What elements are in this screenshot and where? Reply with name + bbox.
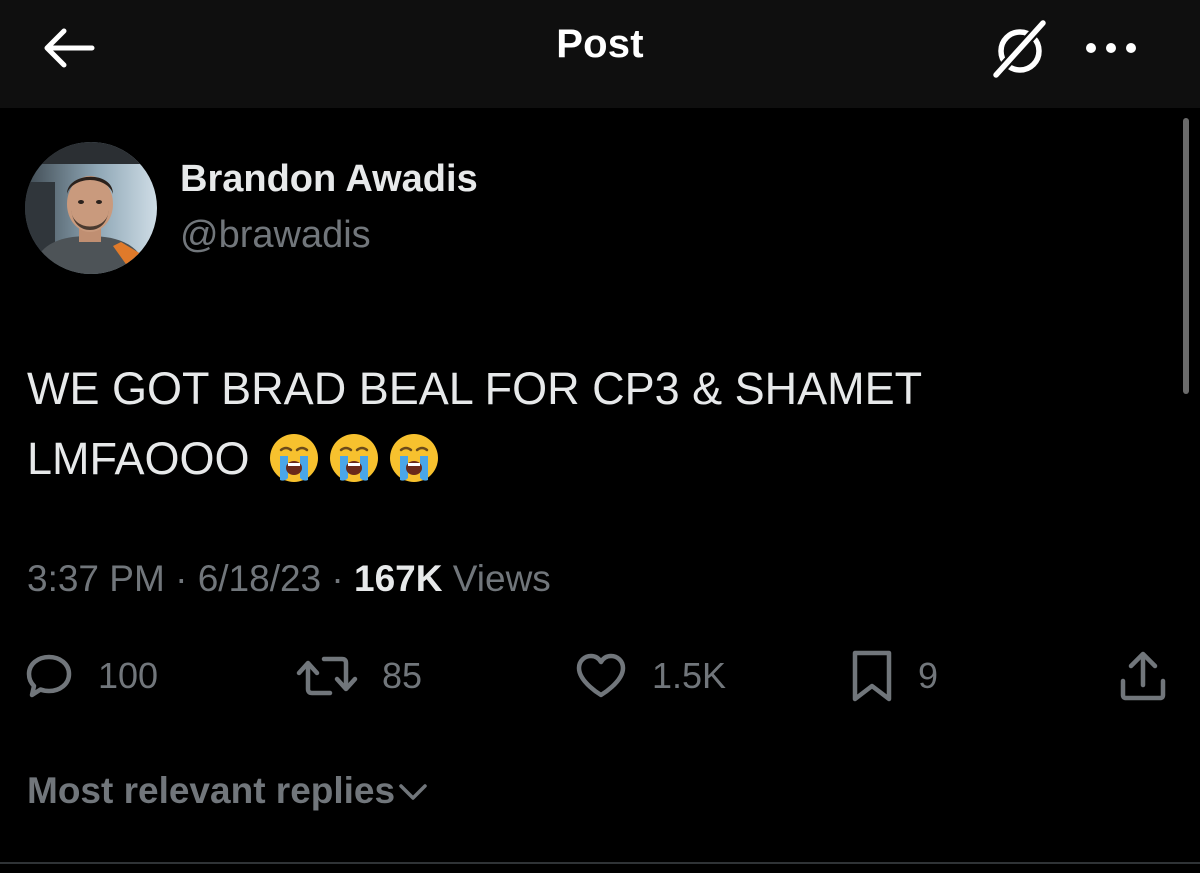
author-handle[interactable]: @brawadis [180,214,371,257]
like-button[interactable]: 1.5K [574,648,726,704]
author-display-name[interactable]: Brandon Awadis [180,158,478,201]
bookmark-button[interactable]: 9 [850,648,938,704]
share-button[interactable] [1118,648,1168,704]
more-horizontal-icon [1086,43,1136,53]
repost-count: 85 [382,655,423,696]
repost-button[interactable]: 85 [296,648,422,704]
scrollbar-thumb[interactable] [1183,118,1189,394]
chevron-down-icon [399,784,427,800]
like-count: 1.5K [652,655,727,696]
loudly-crying-face-emoji-icon [329,434,378,483]
post-text: WE GOT BRAD BEAL FOR CP3 & SHAMET LMFAOO… [27,354,1147,494]
more-options-button[interactable] [1078,26,1144,70]
share-upload-icon [1120,651,1166,701]
grok-slash-circle-icon [991,18,1048,80]
meta-separator: · [175,558,188,599]
reply-bubble-icon [26,654,72,698]
loudly-crying-face-emoji-icon [269,434,318,483]
meta-separator: · [331,558,344,599]
post-text-line-1: WE GOT BRAD BEAL FOR CP3 & SHAMET [27,363,923,414]
post-date: 6/18/23 [197,558,322,599]
reply-count: 100 [98,655,159,696]
replies-sort-label: Most relevant replies [27,770,396,811]
section-divider [0,862,1200,864]
bookmark-icon [852,650,892,702]
top-navigation-bar: Post [0,0,1200,108]
replies-sort-dropdown[interactable]: Most relevant replies [27,770,431,812]
heart-icon [576,653,626,698]
avatar-photo [25,142,157,274]
grok-button[interactable] [988,16,1054,82]
post-text-line-2: LMFAOOO [27,424,1147,494]
post-metadata: 3:37 PM · 6/18/23 · 167K Views [27,558,551,600]
author-avatar[interactable] [25,142,157,274]
post-text-line-2-text: LMFAOOO [27,433,250,484]
post-detail-screen: Post Brandon Awadis @brawadis WE GOT BRA… [0,0,1200,873]
views-label[interactable]: Views [453,558,551,599]
views-count[interactable]: 167K [354,558,442,599]
repost-icon [296,656,358,696]
loudly-crying-face-emoji-icon [389,434,438,483]
bookmark-count: 9 [918,655,939,696]
reply-button[interactable]: 100 [24,648,158,704]
post-time: 3:37 PM [27,558,165,599]
